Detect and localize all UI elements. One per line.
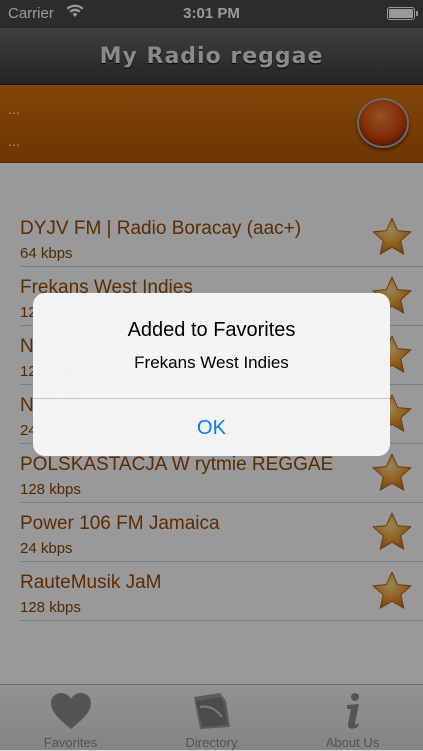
favorites-alert: Added to Favorites Frekans West Indies O… [33,293,390,456]
alert-ok-button[interactable]: OK [33,399,390,456]
alert-message: Frekans West Indies [134,353,289,372]
alert-title: Added to Favorites [127,319,296,341]
